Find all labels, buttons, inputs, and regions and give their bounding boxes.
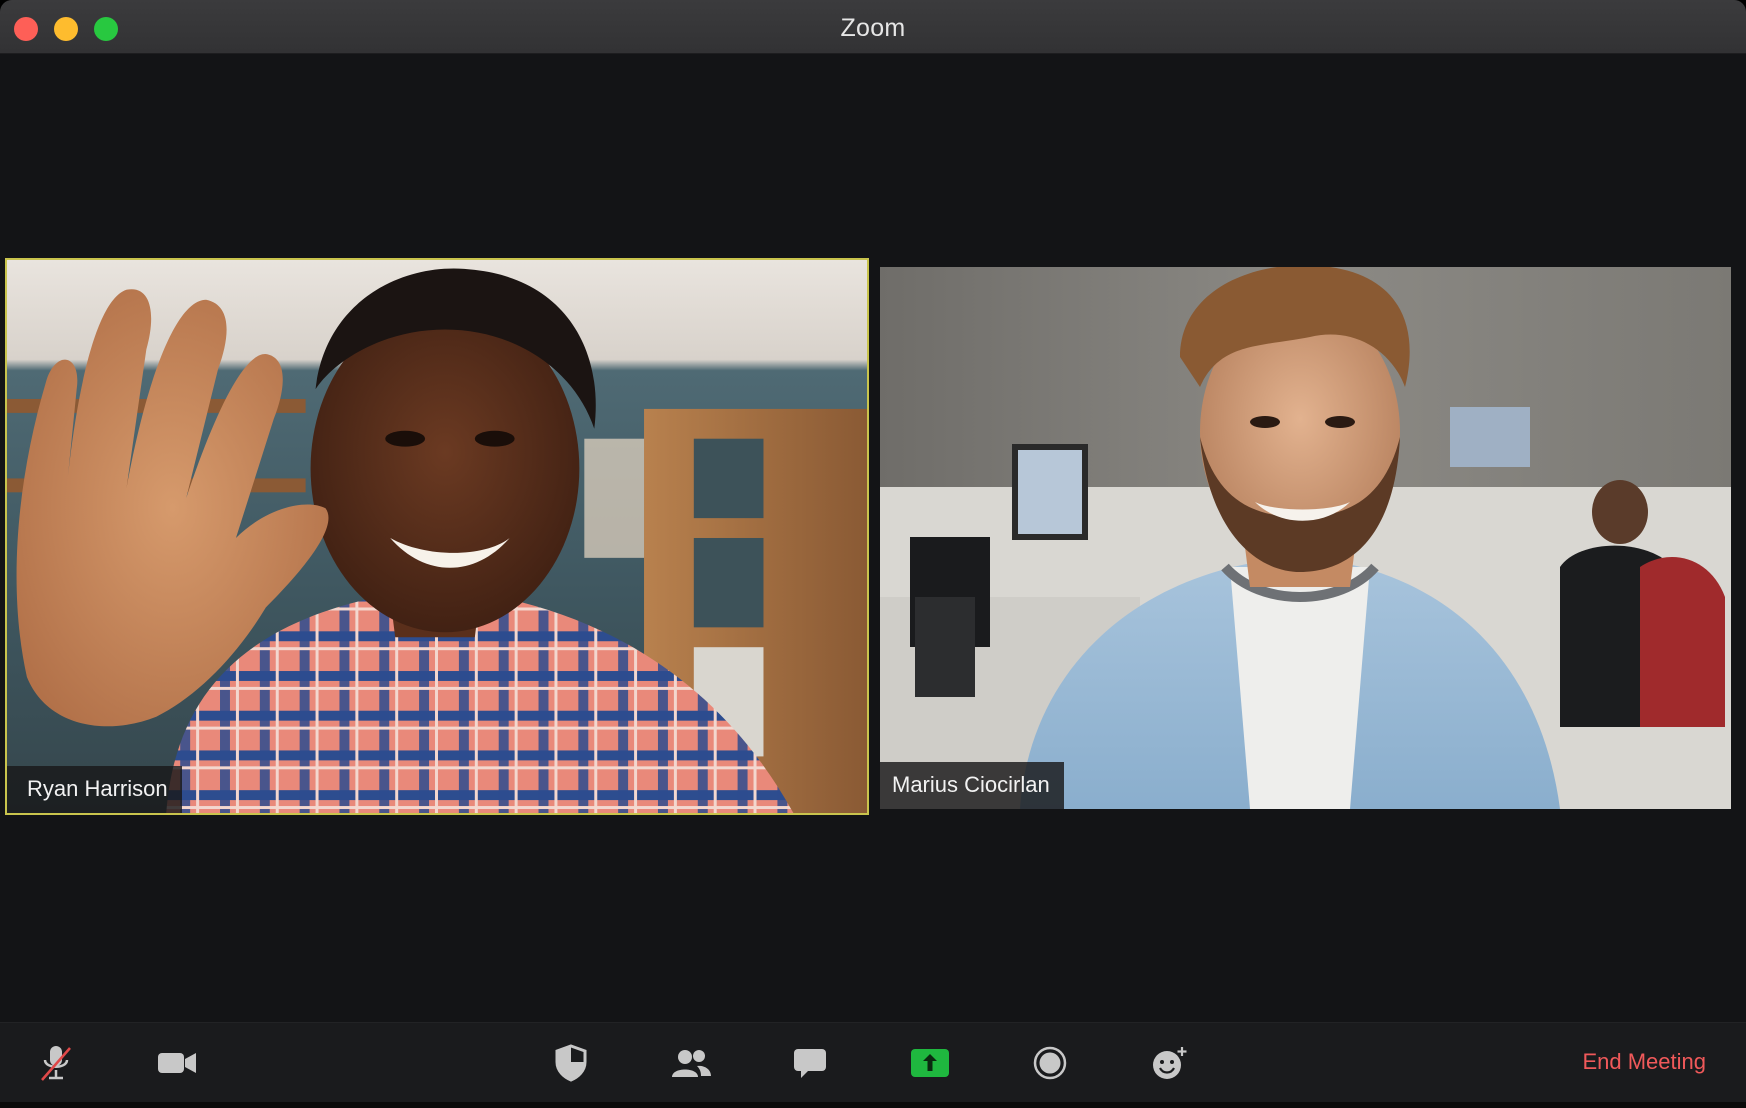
record-icon [1033, 1046, 1067, 1080]
video-camera-icon [158, 1053, 196, 1073]
gallery-view: Ryan Harrison Marius Ciocirlan [0, 54, 1746, 1022]
stop-video-button[interactable] [149, 1037, 205, 1089]
participant-video-tile[interactable]: Marius Ciocirlan [880, 267, 1731, 809]
participant-video-tile[interactable]: Ryan Harrison [5, 258, 869, 815]
zoom-window: Zoom Ryan Harrison Marius Ciocirlan End … [0, 0, 1746, 1108]
record-button[interactable] [1022, 1037, 1078, 1089]
share-screen-icon [911, 1049, 949, 1077]
participant-video-feed [7, 260, 867, 813]
participant-name-label: Ryan Harrison [7, 766, 182, 813]
participant-name-label: Marius Ciocirlan [880, 762, 1064, 809]
mute-button[interactable] [28, 1037, 84, 1089]
participants-button[interactable] [663, 1037, 719, 1089]
participant-video-feed [880, 267, 1731, 809]
reactions-icon [1153, 1047, 1187, 1079]
participants-icon [672, 1050, 711, 1077]
title-bar: Zoom [0, 0, 1746, 54]
security-button[interactable] [543, 1037, 599, 1089]
meeting-controls-toolbar: End Meeting [0, 1022, 1746, 1103]
chat-bubble-icon [794, 1049, 826, 1078]
microphone-muted-icon [41, 1046, 71, 1081]
security-shield-icon [555, 1044, 587, 1082]
window-title: Zoom [840, 14, 906, 42]
chat-button[interactable] [782, 1037, 838, 1089]
window-bottom-edge [0, 1102, 1746, 1108]
end-meeting-button[interactable]: End Meeting [1582, 1049, 1706, 1075]
share-screen-button[interactable] [902, 1037, 958, 1089]
reactions-button[interactable] [1141, 1037, 1197, 1089]
